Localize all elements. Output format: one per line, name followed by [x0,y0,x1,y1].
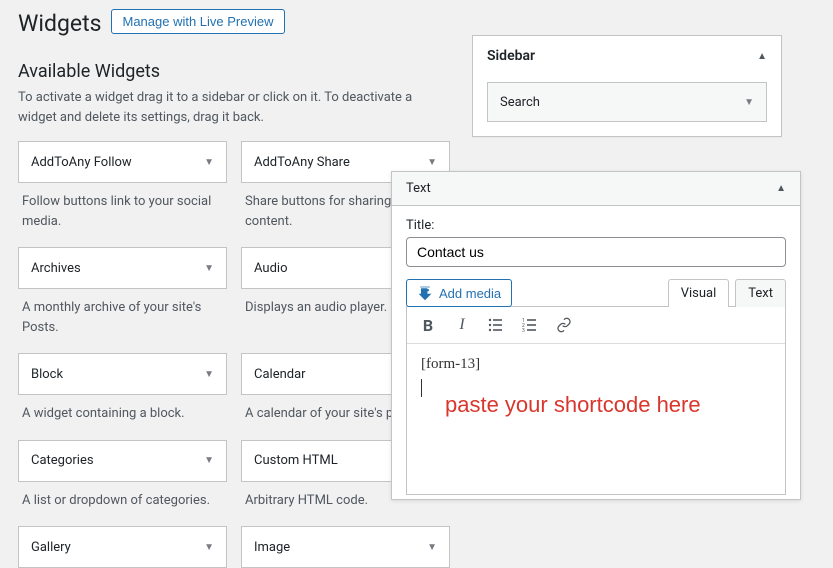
bullet-list-icon [488,317,504,333]
widget-chip-name: Block [31,367,63,382]
widget-chip-name: Categories [31,453,94,468]
add-media-label: Add media [439,286,501,301]
widget-chip-header[interactable]: Gallery ▼ [18,526,227,568]
svg-text:3: 3 [522,328,525,333]
link-button[interactable] [549,311,579,339]
numbered-list-button[interactable]: 123 [515,311,545,339]
chevron-up-icon: ▲ [776,183,786,194]
add-media-button[interactable]: Add media [406,279,512,307]
widget-chip-name: AddToAny Follow [31,155,132,170]
available-widget: Gallery ▼ [18,526,227,568]
italic-button[interactable]: I [447,311,477,339]
editor-content[interactable]: [form-13] paste your shortcode here [407,344,785,494]
available-widgets-heading: Available Widgets [18,61,450,82]
text-widget-title: Text [406,181,431,196]
widget-chip-name: Archives [31,261,81,276]
annotation-overlay: paste your shortcode here [445,392,701,418]
widget-chip-name: Gallery [31,540,71,555]
media-icon [417,285,433,301]
widget-chip-desc: A list or dropdown of categories. [18,482,227,513]
tab-text[interactable]: Text [735,279,786,307]
title-input[interactable] [406,237,786,267]
available-widget: AddToAny Follow ▼ Follow buttons link to y… [18,141,227,233]
page-title: Widgets [18,6,101,37]
chevron-down-icon: ▼ [204,263,214,274]
available-widget: Block ▼ A widget containing a block. [18,353,227,426]
available-widgets-help: To activate a widget drag it to a sideba… [18,88,450,127]
widget-chip-header[interactable]: Block ▼ [18,353,227,395]
widget-chip-name: Custom HTML [254,453,338,468]
available-widget: Archives ▼ A monthly archive of your site'… [18,247,227,339]
bold-button[interactable]: B [413,311,443,339]
widget-chip-name: Calendar [254,367,306,382]
widget-chip-name: Image [254,540,290,555]
widget-chip-header[interactable]: Archives ▼ [18,247,227,289]
tab-visual[interactable]: Visual [668,279,730,307]
widget-chip-name: AddToAny Share [254,155,350,170]
link-icon [556,317,572,333]
text-widget-header[interactable]: Text ▲ [392,172,800,206]
editor-text: [form-13] [421,356,771,373]
editor-toolbar: B I 123 [407,307,785,344]
sidebar-area-header[interactable]: Sidebar ▲ [473,36,781,76]
sidebar-area-title: Sidebar [487,48,535,64]
widget-chip-desc: A widget containing a block. [18,395,227,426]
manage-live-preview-button[interactable]: Manage with Live Preview [111,9,284,34]
widget-chip-header[interactable]: Image ▼ [241,526,450,568]
bullet-list-button[interactable] [481,311,511,339]
chevron-down-icon: ▼ [204,157,214,168]
chevron-up-icon: ▲ [757,51,767,62]
available-widget: Categories ▼ A list or dropdown of categor… [18,440,227,513]
widget-chip-name: Audio [254,261,287,276]
sidebar-widget-label: Search [500,95,540,110]
title-label: Title: [406,218,786,233]
chevron-down-icon: ▼ [204,369,214,380]
widget-chip-desc: Follow buttons link to your social media… [18,183,227,233]
chevron-down-icon: ▼ [204,542,214,553]
sidebar-widget-search[interactable]: Search ▼ [487,82,767,122]
chevron-down-icon: ▼ [427,542,437,553]
widget-chip-header[interactable]: AddToAny Follow ▼ [18,141,227,183]
text-widget-panel: Text ▲ Title: Add media Visual Text B I [391,171,801,500]
chevron-down-icon: ▼ [744,97,754,108]
available-widget: Image ▼ [241,526,450,568]
widget-chip-header[interactable]: Categories ▼ [18,440,227,482]
chevron-down-icon: ▼ [427,157,437,168]
widget-chip-desc: A monthly archive of your site's Posts. [18,289,227,339]
numbered-list-icon: 123 [522,317,538,333]
chevron-down-icon: ▼ [204,455,214,466]
